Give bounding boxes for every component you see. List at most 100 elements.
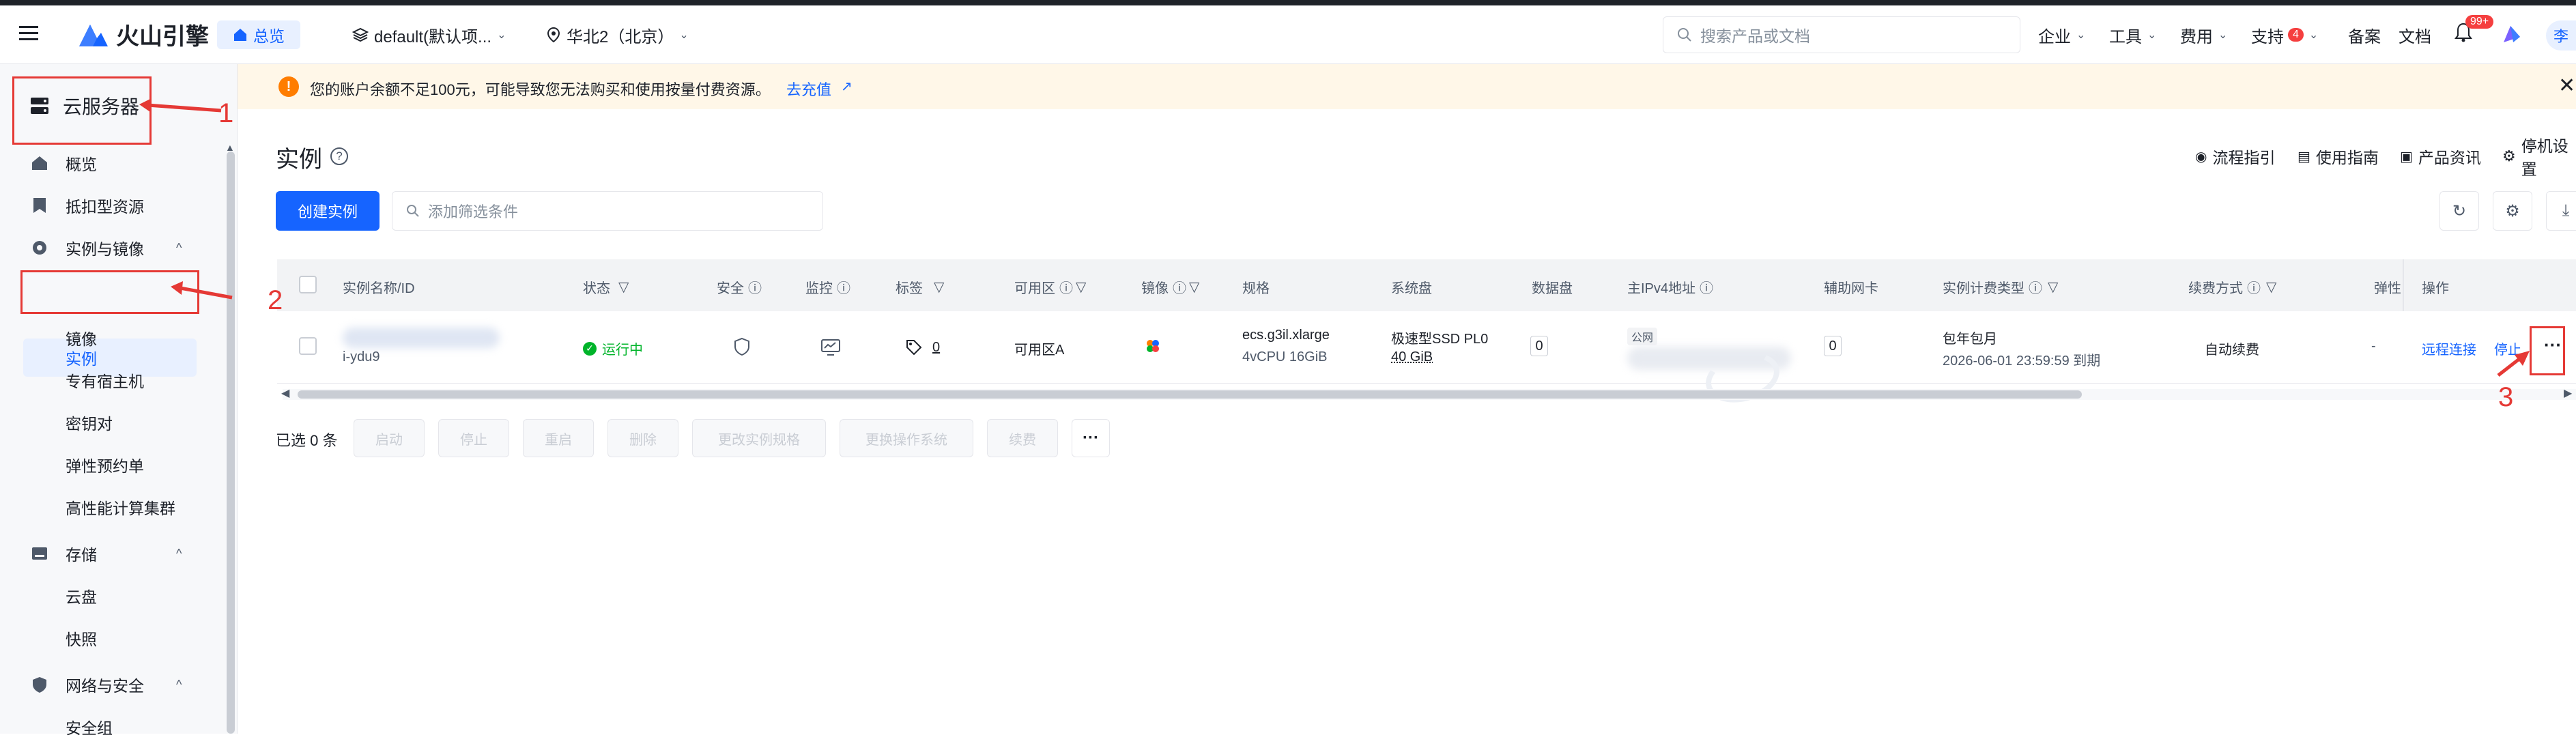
filter-input[interactable]: 添加筛选条件 (392, 191, 823, 231)
col-header-label: 可用区 (1014, 280, 1055, 296)
help-icon[interactable]: ? (330, 147, 348, 165)
help-icon[interactable]: ⓘ (1700, 277, 1713, 297)
help-icon[interactable]: ⓘ (2247, 277, 2261, 297)
menu-icon[interactable] (19, 25, 40, 41)
start-button[interactable]: 启动 (354, 419, 425, 457)
col-header-zone[interactable]: 可用区 ⓘ ▽ (1014, 262, 1086, 311)
col-header-actions: 操作 (2422, 262, 2449, 311)
eye-icon: ◉ (2195, 149, 2207, 164)
close-icon[interactable]: ✕ (2558, 74, 2575, 98)
scroll-right-icon[interactable]: ▶ (2564, 386, 2572, 400)
create-instance-button[interactable]: 创建实例 (276, 191, 380, 231)
renew-button[interactable]: 续费 (987, 419, 1058, 457)
support-badge: 4 (2288, 28, 2304, 42)
project-name: default(默认项... (374, 27, 492, 46)
download-icon[interactable]: ⤓ (2546, 191, 2576, 231)
more-batch-label: ··· (1083, 429, 1099, 447)
sidebar-item-keypair[interactable]: 密钥对 (0, 401, 225, 444)
more-batch-button[interactable]: ··· (1072, 419, 1110, 457)
change-os-button[interactable]: 更换操作系统 (840, 419, 973, 457)
sidebar-item-overview[interactable]: 概览 (0, 142, 225, 184)
col-header-label: 标签 (896, 280, 923, 296)
link-product-news[interactable]: ▣ 产品资讯 (2400, 145, 2481, 168)
help-icon[interactable]: ⓘ (837, 277, 850, 297)
nav-enterprise-label: 企业 (2038, 27, 2071, 46)
filter-icon[interactable]: ▽ (1076, 278, 1086, 296)
renewal-mode-text: 自动续费 (2205, 343, 2259, 358)
brand-logo[interactable]: 火山引擎 (76, 19, 209, 50)
data-disk-count[interactable]: 0 (1530, 336, 1548, 356)
remote-connect-link[interactable]: 远程连接 (2422, 339, 2476, 358)
link-user-guide[interactable]: ▤ 使用指南 (2298, 145, 2379, 168)
select-all-checkbox[interactable] (299, 276, 317, 293)
link-stop-settings[interactable]: ⚙ 停机设置 (2502, 137, 2576, 178)
nic-count[interactable]: 0 (1824, 336, 1842, 356)
change-os-button-label: 更换操作系统 (865, 432, 947, 448)
nav-enterprise[interactable]: 企业 ⌄ (2038, 23, 2085, 46)
system-disk-size[interactable]: 40 GiB (1391, 349, 1433, 365)
help-icon[interactable]: ⓘ (1059, 277, 1073, 297)
sidebar-item-images[interactable]: 镜像 (0, 317, 225, 359)
shield-check-icon[interactable] (733, 337, 751, 356)
global-search[interactable]: 搜索产品或文档 (1663, 16, 2020, 53)
tag-cell[interactable]: 0 (905, 339, 940, 356)
nav-docs[interactable]: 文档 (2399, 23, 2431, 46)
region-selector[interactable]: 华北2（北京） ⌄ (546, 23, 689, 46)
filter-icon[interactable]: ▽ (2266, 278, 2276, 296)
chevron-down-icon: ⌄ (2147, 29, 2157, 41)
instance-id[interactable]: i-ydu9 (343, 349, 380, 365)
filter-icon[interactable]: ▽ (2048, 278, 2058, 296)
refresh-icon[interactable]: ↻ (2439, 191, 2479, 231)
nav-tools[interactable]: 工具 ⌄ (2109, 23, 2156, 46)
col-header-ipv4: 主IPv4地址 ⓘ (1627, 262, 1713, 311)
zone-cell: 可用区A (1014, 339, 1064, 358)
chevron-down-icon: ⌄ (2218, 29, 2228, 41)
nav-filing[interactable]: 备案 (2348, 23, 2381, 46)
sidebar-item-deduction[interactable]: 抵扣型资源 (0, 184, 225, 227)
nav-billing[interactable]: 费用 ⌄ (2180, 23, 2227, 46)
col-header-status[interactable]: 状态 ▽ (583, 262, 629, 311)
sidebar-group-network-security[interactable]: 网络与安全 ^ (0, 663, 225, 706)
sidebar-item-snapshot[interactable]: 快照 (0, 617, 225, 659)
restart-button[interactable]: 重启 (523, 419, 594, 457)
delete-button[interactable]: 删除 (607, 419, 678, 457)
filter-icon[interactable]: ▽ (1189, 278, 1199, 296)
nav-support[interactable]: 支持 4 ⌄ (2251, 23, 2318, 46)
sidebar-item-reservation[interactable]: 弹性预约单 (0, 444, 225, 486)
assistant-icon[interactable] (2501, 23, 2523, 45)
sidebar-item-label: 高性能计算集群 (66, 500, 175, 517)
billing-type-text: 包年包月 (1943, 332, 1997, 347)
sidebar-item-cloud-disk[interactable]: 云盘 (0, 575, 225, 617)
sidebar-item-hpc-cluster[interactable]: 高性能计算集群 (0, 486, 225, 528)
col-header-billing-type[interactable]: 实例计费类型 ⓘ ▽ (1943, 262, 2058, 311)
help-icon[interactable]: ⓘ (1173, 277, 1186, 297)
change-spec-button[interactable]: 更改实例规格 (692, 419, 826, 457)
monitor-icon[interactable] (820, 339, 841, 356)
help-icon[interactable]: ⓘ (2029, 277, 2042, 297)
home-tab[interactable]: 总览 (217, 20, 300, 49)
project-selector[interactable]: default(默认项... ⌄ (352, 23, 506, 46)
col-header-tags[interactable]: 标签 ▽ (896, 262, 944, 311)
user-avatar[interactable]: 李 (2546, 20, 2576, 51)
scroll-left-icon[interactable]: ◀ (281, 386, 289, 400)
sidebar-item-security-group[interactable]: 安全组 (0, 706, 225, 748)
col-header-image[interactable]: 镜像 ⓘ ▽ (1141, 262, 1199, 311)
recharge-link[interactable]: 去充值 (786, 78, 831, 100)
table-hscroll-thumb[interactable] (298, 390, 2082, 399)
sidebar-group-instances-images[interactable]: 实例与镜像 ^ (0, 227, 225, 269)
sidebar-scrollbar[interactable] (227, 152, 235, 734)
link-process-guide[interactable]: ◉ 流程指引 (2195, 145, 2275, 168)
col-header-label: 监控 (805, 280, 833, 296)
filter-icon[interactable]: ▽ (934, 278, 944, 296)
filter-icon[interactable]: ▽ (618, 278, 629, 296)
stop-button[interactable]: 停止 (438, 419, 509, 457)
chevron-up-icon: ^ (176, 677, 182, 691)
col-header-renewal[interactable]: 续费方式 ⓘ ▽ (2188, 262, 2276, 311)
settings-icon[interactable]: ⚙ (2493, 191, 2532, 231)
help-icon[interactable]: ⓘ (748, 277, 762, 297)
row-checkbox[interactable] (299, 337, 317, 355)
sidebar-group-storage[interactable]: 存储 ^ (0, 532, 225, 575)
sidebar-item-dedicated-host[interactable]: 专有宿主机 (0, 359, 225, 401)
scroll-up-icon[interactable]: ▲ (225, 142, 235, 153)
col-header-system-disk: 系统盘 (1391, 262, 1432, 311)
